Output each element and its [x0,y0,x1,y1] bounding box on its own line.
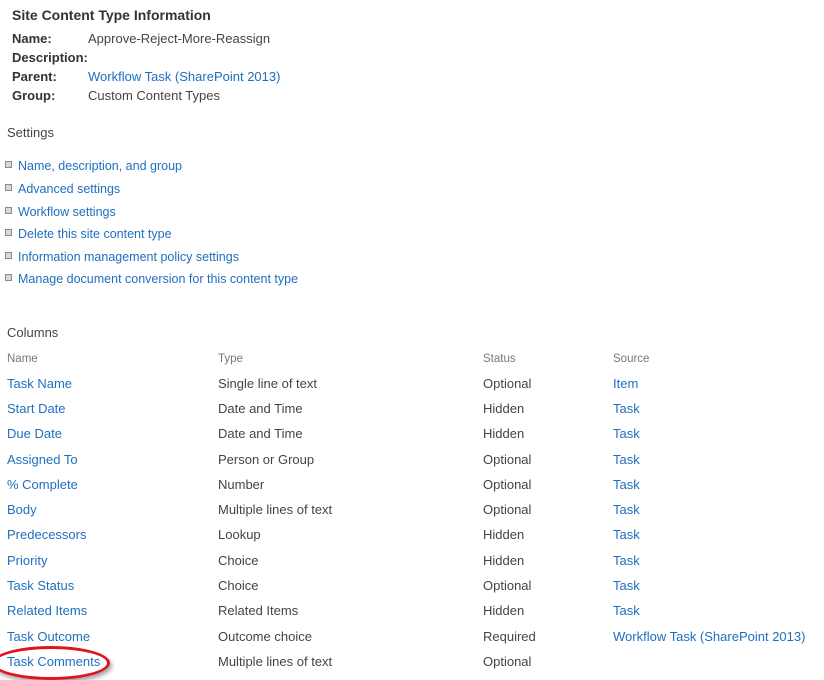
column-name-link[interactable]: Task Status [7,576,74,596]
column-type: Choice [218,578,259,593]
column-source-link[interactable]: Task [613,601,640,621]
table-row: Task Status Choice Optional Task [0,576,824,596]
settings-link[interactable]: Manage document conversion for this cont… [18,272,298,286]
bullet-icon [5,229,12,237]
column-source-link[interactable]: Item [613,374,638,394]
column-header-name: Name [7,353,38,365]
column-type: Multiple lines of text [218,654,333,669]
settings-title: Settings [7,125,54,140]
column-name-link[interactable]: % Complete [7,475,78,495]
column-name-link[interactable]: Due Date [7,424,62,444]
table-row: Task Outcome Outcome choice Required Workfl… [0,627,824,647]
column-name-link[interactable]: Body [7,500,37,520]
column-name-link[interactable]: Task Name [7,374,72,394]
table-row: Priority Choice Hidden Task [0,551,824,571]
column-source-link[interactable]: Workflow Task (SharePoint 2013) [613,627,805,647]
column-status: Optional [483,477,532,492]
settings-link[interactable]: Name, description, and group [18,159,182,173]
bullet-icon [5,184,12,192]
settings-link[interactable]: Delete this site content type [18,227,172,241]
columns-title: Columns [7,325,59,340]
bullet-icon [5,252,12,260]
settings-link[interactable]: Advanced settings [18,182,120,196]
column-source-link[interactable]: Task [613,424,640,444]
column-type: Choice [218,553,259,568]
column-status: Optional [483,578,532,593]
column-name-link[interactable]: Assigned To [7,450,78,470]
column-header-type: Type [218,353,243,365]
name-label: Name: [12,31,52,46]
table-row: % Complete Number Optional Task [0,475,824,495]
column-type: Date and Time [218,426,303,441]
bullet-icon [5,161,12,169]
table-row: Predecessors Lookup Hidden Task [0,525,824,545]
column-source-link[interactable]: Task [613,475,640,495]
settings-item-advanced[interactable]: Advanced settings [5,180,120,198]
group-value: Custom Content Types [88,88,220,103]
group-label: Group: [12,88,56,103]
column-name-link[interactable]: Related Items [7,601,87,621]
column-status: Optional [483,654,532,669]
column-source-link[interactable]: Task [613,450,640,470]
column-source-link[interactable]: Task [613,576,640,596]
column-type: Related Items [218,603,299,618]
settings-item-doc-conversion[interactable]: Manage document conversion for this cont… [5,270,298,288]
highlight-annotation [0,646,110,680]
column-source-link[interactable]: Task [613,551,640,571]
parent-label: Parent: [12,69,57,84]
settings-item-info-policy[interactable]: Information management policy settings [5,248,239,266]
column-status: Optional [483,452,532,467]
column-name-link[interactable]: Priority [7,551,47,571]
settings-link[interactable]: Workflow settings [18,205,116,219]
table-row: Task Comments Multiple lines of text Optio… [0,652,824,672]
settings-link[interactable]: Information management policy settings [18,250,239,264]
column-source-link[interactable]: Task [613,399,640,419]
column-name-link[interactable]: Task Outcome [7,627,90,647]
settings-item-workflow[interactable]: Workflow settings [5,203,116,221]
column-source-link[interactable]: Task [613,525,640,545]
settings-item-delete[interactable]: Delete this site content type [5,225,172,243]
column-type: Single line of text [218,376,318,391]
column-status: Optional [483,502,532,517]
table-row: Body Multiple lines of text Optional Task [0,500,824,520]
column-status: Hidden [483,401,525,416]
table-row: Start Date Date and Time Hidden Task [0,399,824,419]
table-row: Due Date Date and Time Hidden Task [0,424,824,444]
column-name-link[interactable]: Start Date [7,399,66,419]
table-row: Related Items Related Items Hidden Task [0,601,824,621]
parent-link[interactable]: Workflow Task (SharePoint 2013) [88,68,280,86]
column-type: Date and Time [218,401,303,416]
name-value: Approve-Reject-More-Reassign [88,31,271,46]
column-type: Outcome choice [218,629,312,644]
table-row: Task Name Single line of text Optional Item [0,374,824,394]
column-type: Lookup [218,527,261,542]
table-row: Assigned To Person or Group Optional Task [0,450,824,470]
column-type: Multiple lines of text [218,502,333,517]
column-name-link[interactable]: Predecessors [7,525,86,545]
column-status: Hidden [483,426,525,441]
description-label: Description: [12,50,88,65]
column-header-source: Source [613,353,650,365]
column-header-status: Status [483,353,516,365]
column-status: Hidden [483,553,525,568]
column-type: Number [218,477,265,492]
settings-item-name-description-group[interactable]: Name, description, and group [5,157,182,175]
column-status: Required [483,629,536,644]
column-type: Person or Group [218,452,315,467]
column-status: Hidden [483,603,525,618]
info-title: Site Content Type Information [12,7,211,23]
bullet-icon [5,207,12,215]
column-source-link[interactable]: Task [613,500,640,520]
column-status: Optional [483,376,532,391]
column-status: Hidden [483,527,525,542]
bullet-icon [5,274,12,282]
